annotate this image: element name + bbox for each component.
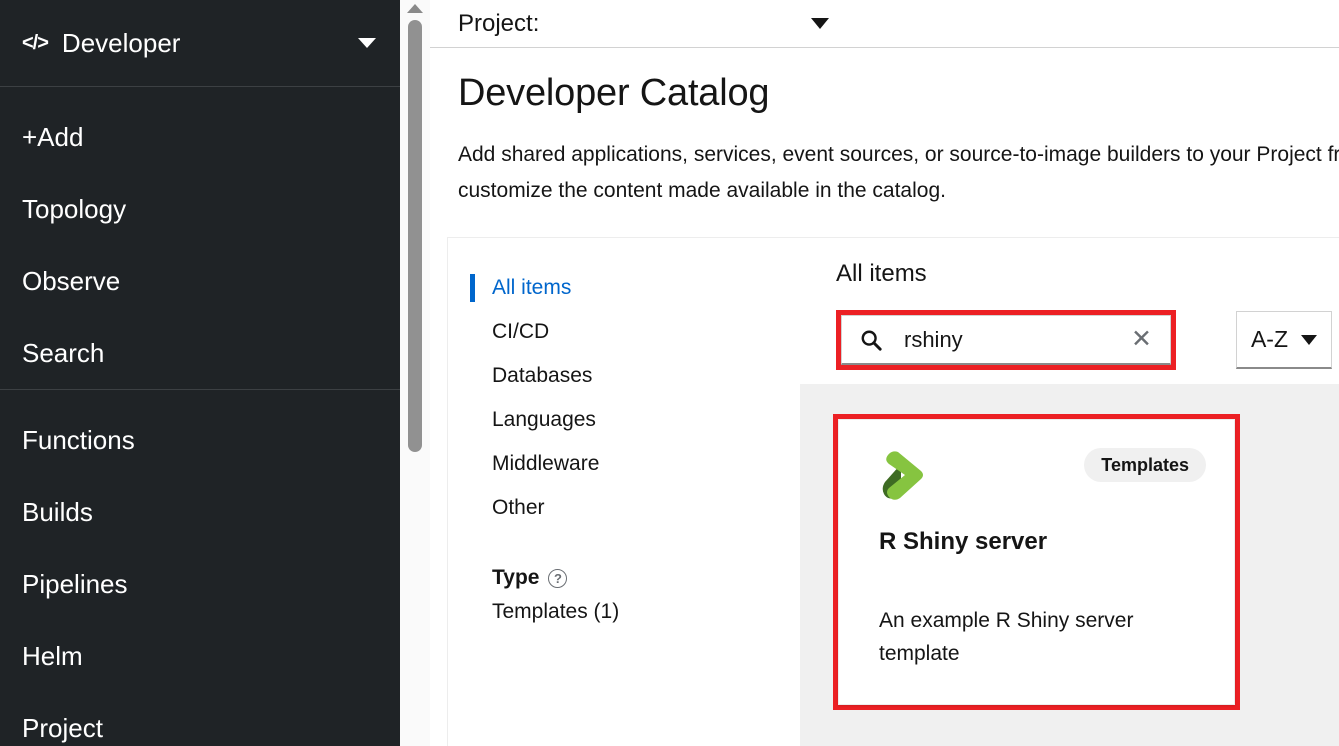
- sidebar-item-add[interactable]: +Add: [0, 101, 400, 173]
- code-icon: </>: [22, 31, 49, 54]
- catalog-results: All items rshiny ✕ A-Z Templates R Shiny…: [800, 238, 1339, 746]
- help-icon[interactable]: ?: [548, 568, 568, 588]
- sidebar-item-observe[interactable]: Observe: [0, 245, 400, 317]
- filter-category-languages[interactable]: Languages: [470, 398, 800, 442]
- filter-category-cicd[interactable]: CI/CD: [470, 310, 800, 354]
- clear-search-icon[interactable]: ✕: [1131, 327, 1158, 352]
- sidebar-item-project[interactable]: Project: [0, 692, 400, 746]
- page-title: Developer Catalog: [458, 72, 770, 114]
- sidebar-nav-primary: +Add Topology Observe Search: [0, 87, 400, 389]
- main-content: Project: Developer Catalog Add shared ap…: [400, 0, 1339, 746]
- catalog-filter-sidebar: All items CI/CD Databases Languages Midd…: [448, 238, 800, 746]
- sidebar-item-label: Functions: [22, 424, 135, 455]
- perspective-switcher[interactable]: </> Developer: [0, 0, 400, 87]
- developer-catalog-page: </> Developer +Add Topology Observe Sear…: [0, 0, 1339, 746]
- page-description-line1: Add shared applications, services, event…: [458, 143, 1339, 166]
- sort-dropdown-button[interactable]: A-Z: [1236, 311, 1332, 369]
- sidebar-item-helm[interactable]: Helm: [0, 620, 400, 692]
- filter-label: Templates (1): [492, 600, 620, 623]
- scrollbar-thumb[interactable]: [408, 20, 422, 452]
- primary-sidebar: </> Developer +Add Topology Observe Sear…: [0, 0, 400, 746]
- filter-label: All items: [492, 276, 572, 299]
- filter-label: CI/CD: [492, 320, 550, 343]
- filter-label: Databases: [492, 364, 593, 387]
- results-header: All items: [836, 260, 927, 287]
- search-icon: [861, 330, 882, 351]
- page-description-line2: customize the content made available in …: [458, 179, 946, 202]
- chevron-down-icon[interactable]: [811, 18, 830, 29]
- perspective-label: Developer: [61, 27, 181, 58]
- search-highlight-box: rshiny ✕: [836, 310, 1176, 370]
- search-input-container[interactable]: rshiny ✕: [841, 315, 1171, 365]
- card-description: An example R Shiny server template: [879, 609, 1134, 665]
- sidebar-item-label: Helm: [22, 640, 83, 671]
- filter-type-heading: Type ?: [470, 566, 800, 590]
- catalog-card-r-shiny-server[interactable]: Templates R Shiny server An example R Sh…: [838, 419, 1235, 705]
- page-description: Add shared applications, services, event…: [430, 115, 1339, 209]
- sidebar-item-topology[interactable]: Topology: [0, 173, 400, 245]
- card-title: R Shiny server: [879, 528, 1048, 555]
- content-vertical-scrollbar[interactable]: [400, 0, 430, 746]
- sidebar-item-label: Builds: [22, 496, 93, 527]
- results-toolbar: rshiny ✕ A-Z: [800, 288, 1339, 370]
- project-selector-bar[interactable]: Project:: [430, 0, 1339, 48]
- card-header: Templates: [879, 448, 1206, 506]
- sidebar-item-label: +Add: [22, 121, 84, 152]
- filter-category-middleware[interactable]: Middleware: [470, 442, 800, 486]
- sidebar-item-label: Topology: [22, 193, 127, 224]
- catalog-panel: All items CI/CD Databases Languages Midd…: [447, 237, 1339, 746]
- chevron-down-icon: [1301, 334, 1318, 345]
- sidebar-item-label: Pipelines: [22, 568, 128, 599]
- sidebar-item-label: Project: [22, 712, 103, 743]
- card-highlight-box: Templates R Shiny server An example R Sh…: [833, 414, 1240, 710]
- filter-category-databases[interactable]: Databases: [470, 354, 800, 398]
- project-label: Project:: [458, 9, 540, 37]
- filter-category-all-items[interactable]: All items: [470, 266, 800, 310]
- filter-label: Middleware: [492, 452, 600, 475]
- scroll-up-arrow-icon[interactable]: [407, 4, 423, 13]
- filter-label: Languages: [492, 408, 596, 431]
- sidebar-item-search[interactable]: Search: [0, 317, 400, 389]
- sidebar-nav-secondary: Functions Builds Pipelines Helm Project: [0, 389, 400, 746]
- filter-type-heading-label: Type: [492, 566, 540, 589]
- sidebar-item-functions[interactable]: Functions: [0, 404, 400, 476]
- chevron-down-icon[interactable]: [358, 38, 376, 48]
- card-type-badge: Templates: [1084, 448, 1206, 482]
- r-shiny-chevron-logo-icon: [882, 451, 923, 500]
- sort-label: A-Z: [1250, 326, 1289, 352]
- sidebar-item-label: Observe: [22, 265, 121, 296]
- sidebar-item-builds[interactable]: Builds: [0, 476, 400, 548]
- catalog-card-grid: Templates R Shiny server An example R Sh…: [800, 384, 1339, 746]
- filter-category-other[interactable]: Other: [470, 486, 800, 530]
- search-input[interactable]: rshiny: [882, 327, 1131, 353]
- sidebar-item-label: Search: [22, 337, 105, 368]
- filter-label: Other: [492, 496, 545, 519]
- filter-type-templates[interactable]: Templates (1): [470, 590, 800, 634]
- sidebar-item-pipelines[interactable]: Pipelines: [0, 548, 400, 620]
